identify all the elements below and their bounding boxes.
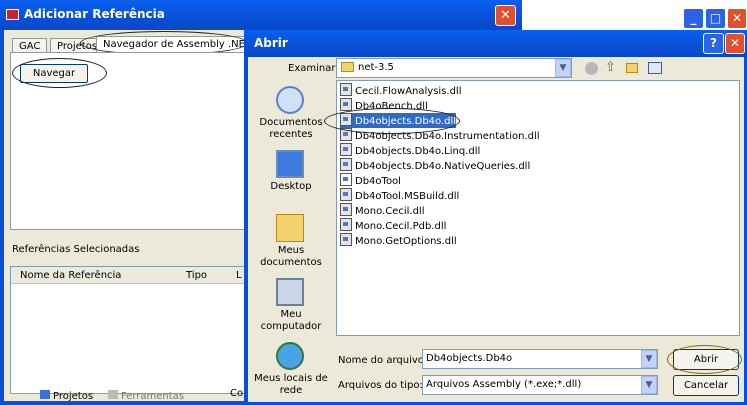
close-icon[interactable]: ✕ [725,33,745,54]
file-name-label: Nome do arquivo: [338,355,428,366]
minimize-icon[interactable]: _ [683,8,704,29]
place-recent-label[interactable]: Documentos recentes [251,117,331,141]
bottom-tab-projetos[interactable]: Projetos [40,390,93,402]
add-reference-title: Adicionar Referência [24,7,165,21]
network-places-icon[interactable] [276,342,304,370]
place-documents-label[interactable]: Meus documentos [251,245,331,269]
file-item[interactable]: Db4oTool [340,173,401,188]
open-dialog-titlebar[interactable] [244,30,747,57]
bottom-cut-text: Co [230,388,244,399]
look-in-label: Examinar: [288,63,339,74]
place-desktop-label[interactable]: Desktop [251,181,331,193]
file-name-input[interactable]: Db4objects.Db4o [422,349,658,369]
dll-file-icon [340,188,352,201]
dll-file-icon [340,143,352,156]
new-folder-icon[interactable] [626,63,638,73]
view-menu-icon[interactable] [648,62,662,74]
help-icon[interactable]: ? [703,33,724,54]
selected-refs-list[interactable] [10,266,250,394]
file-item[interactable]: Mono.GetOptions.dll [340,233,457,248]
dll-file-icon [340,218,352,231]
dll-file-icon [340,98,352,111]
column-header-type[interactable]: Tipo [186,270,207,281]
file-item[interactable]: Mono.Cecil.Pdb.dll [340,218,446,233]
folder-icon [341,62,354,72]
close-icon[interactable]: ✕ [727,8,747,29]
file-item[interactable]: Db4oTool.MSBuild.dll [340,188,459,203]
look-in-value: net-3.5 [358,62,394,73]
dll-file-icon [340,203,352,216]
highlight-ellipse [324,108,460,134]
chevron-down-icon[interactable]: ▼ [555,59,571,77]
bottom-tab-ferramentas[interactable]: Ferramentas [108,390,184,402]
highlight-ellipse [12,58,107,88]
place-computer-label[interactable]: Meu computador [251,309,331,333]
close-icon[interactable]: ✕ [495,5,516,26]
file-item[interactable]: Cecil.FlowAnalysis.dll [340,83,461,98]
file-type-select[interactable]: Arquivos Assembly (*.exe;*.dll) [422,375,658,395]
column-header-name[interactable]: Nome da Referência [20,270,121,281]
column-header-location[interactable]: L [236,270,242,281]
exe-file-icon [340,173,352,186]
maximize-icon[interactable]: □ [705,8,726,29]
chevron-down-icon[interactable]: ▼ [641,350,657,368]
dll-file-icon [340,83,352,96]
place-network-label[interactable]: Meus locais de rede [251,373,331,397]
dll-file-icon [340,233,352,246]
file-item[interactable]: Db4objects.Db4o.NativeQueries.dll [340,158,530,173]
file-item[interactable]: Mono.Cecil.dll [340,203,424,218]
app-icon [6,9,19,20]
recent-documents-icon[interactable] [276,86,304,114]
dll-file-icon [340,158,352,171]
chevron-down-icon[interactable]: ▼ [641,376,657,394]
up-folder-icon[interactable]: ⇧ [605,61,617,75]
cancel-button[interactable]: Cancelar [673,375,739,396]
selected-refs-label: Referências Selecionadas [12,244,140,255]
file-type-label: Arquivos do tipo: [338,380,423,391]
file-item[interactable]: Db4objects.Db4o.Linq.dll [340,143,480,158]
open-dialog-title: Abrir [254,36,288,50]
desktop-icon[interactable] [276,150,304,178]
toolbox-icon [108,390,118,399]
projects-icon [40,390,50,399]
highlight-ellipse [667,345,742,374]
my-computer-icon[interactable] [276,278,304,306]
back-icon[interactable] [585,62,598,75]
my-documents-icon[interactable] [276,214,304,242]
